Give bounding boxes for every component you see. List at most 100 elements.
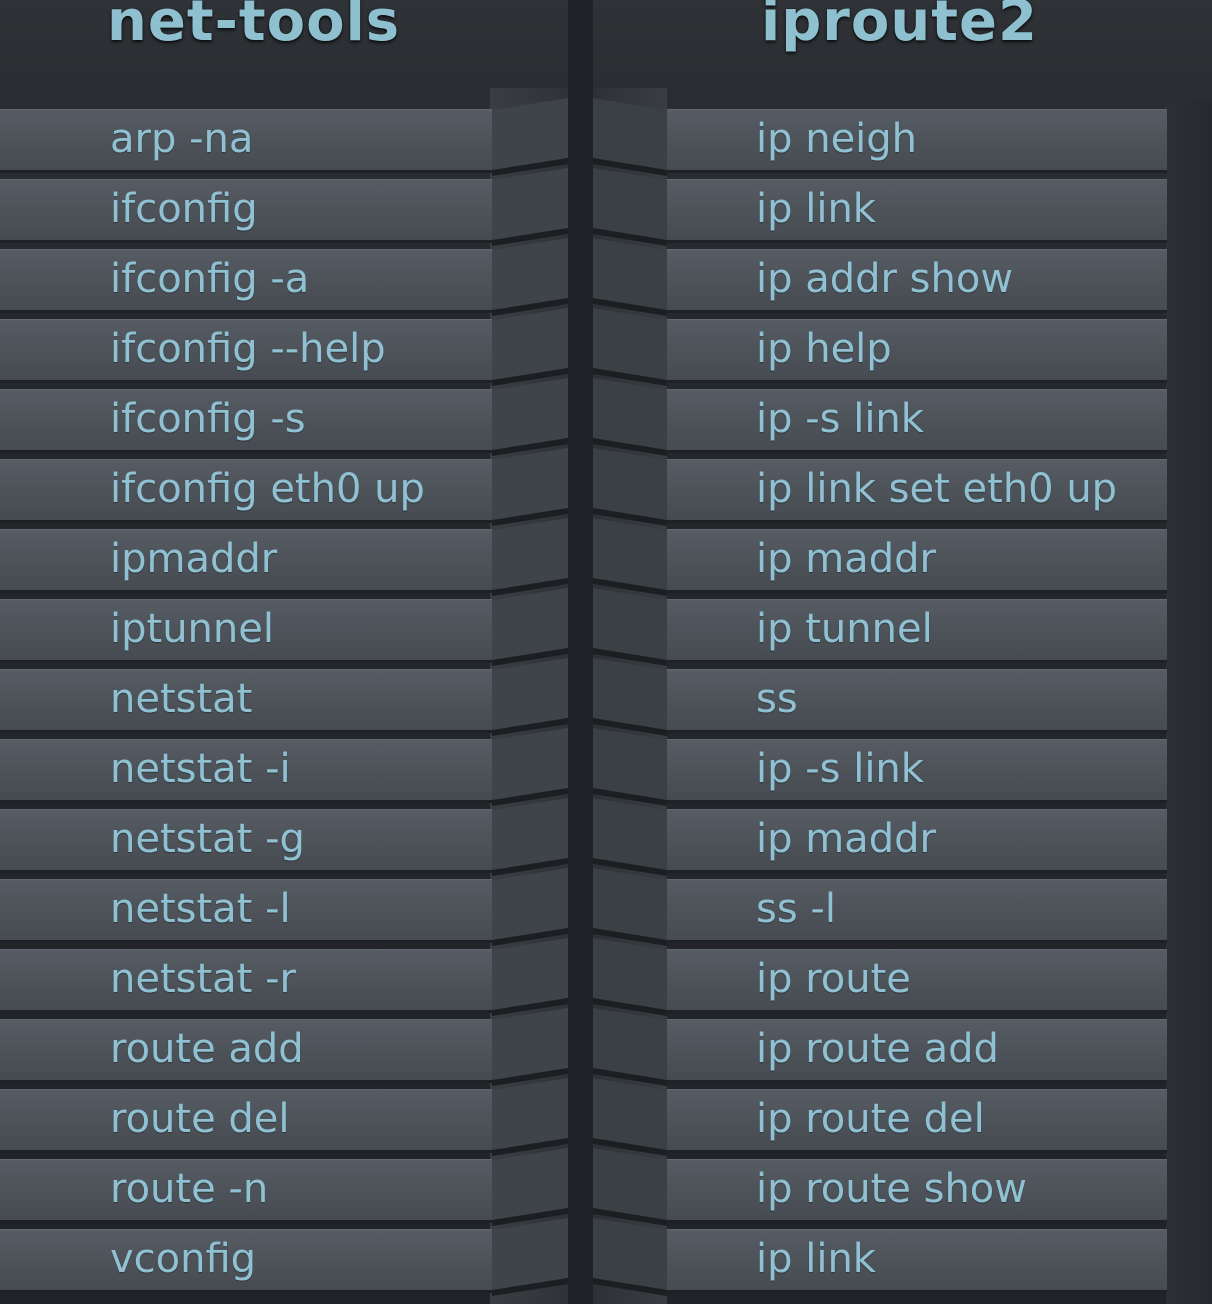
row-bevel [593, 378, 667, 456]
command-row: ip -s link [593, 728, 1212, 806]
row-face [667, 1230, 1167, 1290]
row-bevel-container [593, 1078, 667, 1156]
row-face [667, 180, 1167, 240]
iproute2-command: ip addr show [756, 256, 1014, 302]
row-bevel [593, 448, 667, 526]
row-bevel [593, 308, 667, 386]
row-bevel-container [593, 798, 667, 876]
row-bevel-container [492, 238, 568, 316]
command-row: vconfig [0, 1218, 568, 1296]
command-row: ip maddr [593, 518, 1212, 596]
command-row: arp -na [0, 98, 568, 176]
iproute2-command: ip tunnel [756, 606, 933, 652]
row-bevel-container [593, 98, 667, 176]
command-row: ifconfig [0, 168, 568, 246]
row-bevel-container [492, 1218, 568, 1296]
iproute2-command: ip -s link [756, 746, 924, 792]
row-face [667, 880, 1167, 940]
command-row: ip addr show [593, 238, 1212, 316]
row-bevel [593, 588, 667, 666]
row-bevel-container [492, 798, 568, 876]
row-bevel [492, 518, 568, 596]
command-row: ip -s link [593, 378, 1212, 456]
row-bevel-container [492, 308, 568, 386]
net-tools-command: ifconfig [110, 186, 258, 232]
net-tools-command: route add [110, 1026, 304, 1072]
row-bevel [492, 1218, 568, 1296]
command-row: route add [0, 1008, 568, 1086]
row-bevel [593, 1218, 667, 1296]
row-bevel-container [492, 938, 568, 1016]
net-tools-command: netstat -g [110, 816, 305, 862]
row-bevel-container [593, 378, 667, 456]
row-bevel [593, 98, 667, 176]
command-row: ip help [593, 308, 1212, 386]
iproute2-command: ip maddr [756, 536, 936, 582]
iproute2-command: ip route del [756, 1096, 985, 1142]
command-row: ip link [593, 1218, 1212, 1296]
command-row: ip route show [593, 1148, 1212, 1226]
command-row: ifconfig --help [0, 308, 568, 386]
iproute2-command: ip -s link [756, 396, 924, 442]
net-tools-command: vconfig [110, 1236, 257, 1282]
command-row: route del [0, 1078, 568, 1156]
row-bevel-container [492, 518, 568, 596]
row-face [667, 670, 1167, 730]
net-tools-command: ifconfig eth0 up [110, 466, 425, 512]
iproute2-column: ip neigh ip link ip addr show ip help ip -s … [593, 0, 1212, 1304]
row-bevel [492, 308, 568, 386]
iproute2-command: ip link [756, 186, 876, 232]
command-row: netstat -r [0, 938, 568, 1016]
row-bevel [492, 448, 568, 526]
column-divider [568, 0, 593, 1304]
net-tools-command: route del [110, 1096, 290, 1142]
row-bevel [492, 1148, 568, 1226]
command-row: ip link set eth0 up [593, 448, 1212, 526]
row-bevel [492, 378, 568, 456]
command-row: ip tunnel [593, 588, 1212, 666]
net-tools-command: netstat -l [110, 886, 291, 932]
command-row: route -n [0, 1148, 568, 1226]
command-row: ip route del [593, 1078, 1212, 1156]
iproute2-command: ip link set eth0 up [756, 466, 1118, 512]
row-bevel [492, 1078, 568, 1156]
row-bevel [492, 658, 568, 736]
net-tools-command: ifconfig -s [110, 396, 306, 442]
row-bevel [492, 168, 568, 246]
row-bevel [492, 868, 568, 946]
iproute2-command: ss -l [756, 886, 836, 932]
row-bevel [593, 1078, 667, 1156]
row-bevel-container [593, 448, 667, 526]
row-bevel-container [492, 1078, 568, 1156]
row-bevel-container [593, 938, 667, 1016]
row-bevel-container [492, 868, 568, 946]
row-bevel [593, 238, 667, 316]
command-row: ip neigh [593, 98, 1212, 176]
row-bevel-container [593, 518, 667, 596]
row-bevel-container [593, 1008, 667, 1086]
command-row: netstat [0, 658, 568, 736]
command-row: ip route [593, 938, 1212, 1016]
row-bevel-container [492, 448, 568, 526]
iproute2-command: ss [756, 676, 798, 722]
row-bevel-container [593, 238, 667, 316]
iproute2-command: ip neigh [756, 116, 918, 162]
net-tools-command: netstat -i [110, 746, 291, 792]
row-bevel [593, 938, 667, 1016]
row-bevel-container [492, 98, 568, 176]
net-tools-command: netstat -r [110, 956, 296, 1002]
iproute2-command: ip route show [756, 1166, 1027, 1212]
row-face [667, 950, 1167, 1010]
row-bevel [492, 798, 568, 876]
iproute2-command: ip route [756, 956, 911, 1002]
row-bevel [593, 798, 667, 876]
row-bevel [492, 728, 568, 806]
row-bevel [593, 728, 667, 806]
net-tools-command: route -n [110, 1166, 269, 1212]
command-row: ip link [593, 168, 1212, 246]
row-bevel-container [593, 308, 667, 386]
command-row: netstat -i [0, 728, 568, 806]
row-bevel-container [492, 728, 568, 806]
command-row: netstat -l [0, 868, 568, 946]
row-bevel-container [593, 868, 667, 946]
